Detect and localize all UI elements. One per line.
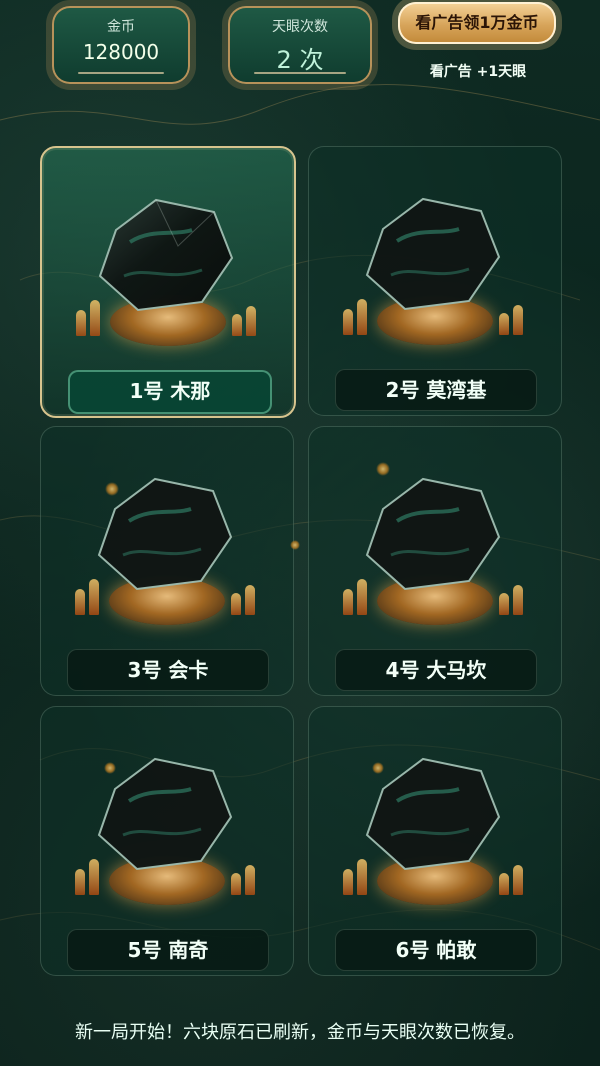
stone-card-4[interactable]: 4号 大马坎	[308, 426, 562, 696]
status-message: 新一局开始！六块原石已刷新，金币与天眼次数已恢复。	[75, 1022, 525, 1043]
sparkle-decor	[105, 482, 119, 496]
stone-card-1[interactable]: 1号 木那	[40, 146, 296, 418]
coins-title: 金币	[107, 19, 135, 35]
eye-count-value: 2 次	[276, 46, 324, 74]
coins-underline	[78, 72, 164, 74]
stone-card-3[interactable]: 3号 会卡	[40, 426, 294, 696]
sparkle-decor	[290, 540, 300, 550]
stone-name-pill: 3号 会卡	[67, 649, 269, 691]
stone-card-6[interactable]: 6号 帕敢	[308, 706, 562, 976]
sparkle-decor	[376, 462, 390, 476]
rough-jade-rock-icon	[98, 198, 234, 312]
eye-count-title: 天眼次数	[272, 19, 328, 35]
stone-name-pill: 5号 南奇	[67, 929, 269, 971]
rough-jade-rock-icon	[365, 477, 501, 591]
stone-card-5[interactable]: 5号 南奇	[40, 706, 294, 976]
coins-value: 128000	[82, 40, 160, 64]
rough-jade-rock-icon	[365, 197, 501, 311]
watch-ad-eye-button[interactable]: 看广告 +1天眼	[410, 56, 546, 88]
stone-name-pill: 4号 大马坎	[335, 649, 537, 691]
sparkle-decor	[372, 762, 384, 774]
eye-count-underline	[254, 72, 346, 74]
stone-name-pill: 1号 木那	[68, 370, 272, 414]
stone-card-2[interactable]: 2号 莫湾基	[308, 146, 562, 416]
stone-name-pill: 6号 帕敢	[335, 929, 537, 971]
coins-panel: 金币 128000	[52, 6, 190, 84]
watch-ad-coins-button[interactable]: 看广告领1万金币	[398, 2, 556, 44]
sparkle-decor	[104, 762, 116, 774]
stone-name-pill: 2号 莫湾基	[335, 369, 537, 411]
eye-count-panel: 天眼次数 2 次	[228, 6, 372, 84]
